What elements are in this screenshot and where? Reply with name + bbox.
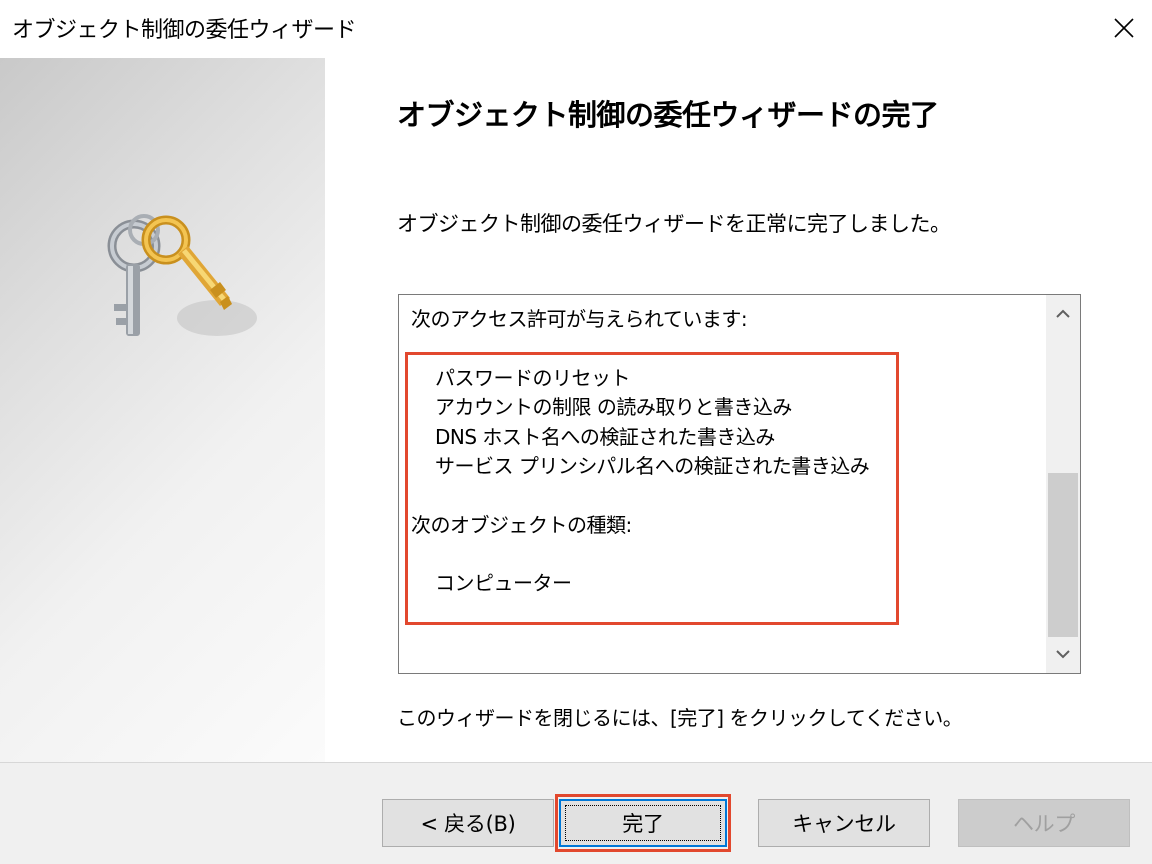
permission-item: パスワードのリセット bbox=[435, 365, 631, 390]
window-title: オブジェクト制御の委任ウィザード bbox=[12, 18, 357, 43]
object-types-header: 次のオブジェクトの種類: bbox=[411, 512, 632, 537]
permissions-header: 次のアクセス許可が与えられています: bbox=[411, 307, 748, 331]
back-button[interactable]: < 戻る(B) bbox=[382, 799, 554, 847]
summary-content: 次のアクセス許可が与えられています: パスワードのリセット アカウントの制限 の… bbox=[411, 305, 870, 599]
page-heading: オブジェクト制御の委任ウィザードの完了 bbox=[397, 98, 939, 132]
close-icon bbox=[1114, 18, 1134, 38]
permission-item: DNS ホスト名への検証された書き込み bbox=[435, 424, 775, 449]
scroll-down-button[interactable] bbox=[1046, 637, 1080, 671]
permission-item: アカウントの制限 の読み取りと書き込み bbox=[435, 395, 792, 419]
button-bar: < 戻る(B) 完了 キャンセル ヘルプ bbox=[0, 762, 1152, 864]
vertical-scrollbar[interactable] bbox=[1046, 295, 1080, 673]
wizard-side-panel bbox=[0, 58, 325, 762]
focus-rectangle bbox=[565, 805, 721, 841]
success-message: オブジェクト制御の委任ウィザードを正常に完了しました。 bbox=[397, 212, 951, 236]
summary-textbox[interactable]: 次のアクセス許可が与えられています: パスワードのリセット アカウントの制限 の… bbox=[398, 294, 1081, 674]
close-button[interactable] bbox=[1096, 0, 1152, 56]
help-button[interactable]: ヘルプ bbox=[958, 799, 1130, 847]
cancel-button[interactable]: キャンセル bbox=[758, 799, 930, 847]
title-bar: オブジェクト制御の委任ウィザード bbox=[0, 0, 1152, 56]
chevron-down-icon bbox=[1056, 650, 1070, 659]
object-type-item: コンピューター bbox=[435, 571, 572, 595]
permission-item: サービス プリンシパル名への検証された書き込み bbox=[435, 454, 870, 478]
chevron-up-icon bbox=[1056, 309, 1070, 318]
finish-button[interactable]: 完了 bbox=[559, 799, 727, 847]
close-instruction: このウィザードを閉じるには、[完了] をクリックしてください。 bbox=[397, 706, 963, 730]
scroll-up-button[interactable] bbox=[1046, 297, 1080, 331]
scrollbar-thumb[interactable] bbox=[1048, 473, 1078, 637]
keys-icon bbox=[107, 214, 257, 336]
